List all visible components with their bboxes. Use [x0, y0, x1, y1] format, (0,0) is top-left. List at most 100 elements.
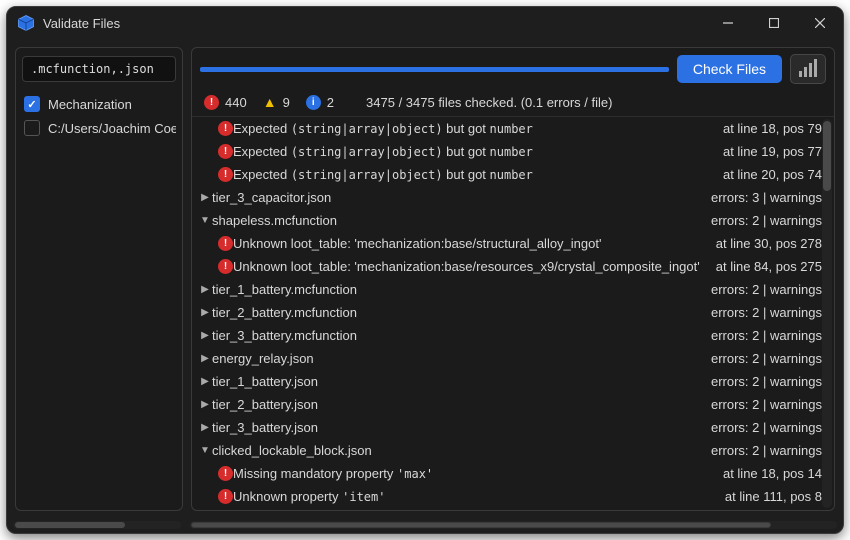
error-icon: ! [218, 121, 233, 136]
window-title: Validate Files [43, 16, 120, 31]
message-row[interactable]: ! Unknown loot_table: 'mechanization:bas… [192, 255, 822, 278]
file-name: tier_3_capacitor.json [212, 190, 703, 205]
sidebar-scroll-thumb[interactable] [15, 522, 125, 528]
chevron-down-icon[interactable]: ▼ [198, 445, 212, 456]
results-panel: ! Expected (string|array|object) but got… [192, 117, 834, 510]
row-meta: errors: 2 | warnings [703, 282, 822, 297]
chevron-right-icon[interactable]: ▶ [198, 284, 212, 295]
row-meta: at line 84, pos 275 [708, 259, 822, 274]
file-name: tier_1_battery.mcfunction [212, 282, 703, 297]
chevron-right-icon[interactable]: ▶ [198, 353, 212, 364]
row-meta: errors: 2 | warnings [703, 328, 822, 343]
titlebar[interactable]: Validate Files [7, 7, 843, 39]
error-icon: ! [218, 489, 233, 504]
row-meta: at line 20, pos 74 [715, 167, 822, 182]
chevron-down-icon[interactable]: ▼ [198, 215, 212, 226]
main-scroll-thumb[interactable] [191, 522, 771, 528]
file-row[interactable]: ▶ tier_3_battery.jsonerrors: 2 | warning… [192, 416, 822, 439]
sidebar-item[interactable]: Mechanization [22, 92, 176, 116]
message-row[interactable]: ! Expected (string|array|object) but got… [192, 117, 822, 140]
chevron-right-icon[interactable]: ▶ [198, 192, 212, 203]
file-name: tier_2_battery.mcfunction [212, 305, 703, 320]
app-icon [17, 14, 35, 32]
file-row[interactable]: ▶ tier_1_battery.mcfunctionerrors: 2 | w… [192, 278, 822, 301]
row-meta: at line 30, pos 278 [708, 236, 822, 251]
status-text: 3475 / 3475 files checked. (0.1 errors /… [366, 95, 612, 110]
sidebar-item-label: C:/Users/Joachim Coenen [48, 121, 176, 136]
row-meta: errors: 2 | warnings [703, 305, 822, 320]
check-files-button[interactable]: Check Files [677, 55, 782, 83]
sidebar: Mechanization C:/Users/Joachim Coenen [15, 47, 183, 511]
message-text: Missing mandatory property 'max' [233, 466, 715, 481]
toolbar: Check Files [192, 48, 834, 90]
row-meta: at line 18, pos 79 [715, 121, 822, 136]
info-count: 2 [327, 95, 334, 110]
chevron-right-icon[interactable]: ▶ [198, 399, 212, 410]
chevron-right-icon[interactable]: ▶ [198, 307, 212, 318]
chevron-right-icon[interactable]: ▶ [198, 330, 212, 341]
file-row[interactable]: ▶ tier_2_battery.mcfunctionerrors: 2 | w… [192, 301, 822, 324]
file-row[interactable]: ▶ tier_3_capacitor.jsonerrors: 3 | warni… [192, 186, 822, 209]
row-meta: errors: 2 | warnings [703, 213, 822, 228]
file-row[interactable]: ▶ tier_2_battery.jsonerrors: 2 | warning… [192, 393, 822, 416]
summary-bar: ! 440 ▲ 9 i 2 3475 / 3475 files checked.… [192, 90, 834, 117]
minimize-button[interactable] [705, 7, 751, 39]
chevron-right-icon[interactable]: ▶ [198, 376, 212, 387]
row-meta: errors: 2 | warnings [703, 351, 822, 366]
file-row[interactable]: ▶ dependencies.jsonerrors: 1 | warnings [192, 508, 822, 510]
row-meta: errors: 2 | warnings [703, 443, 822, 458]
file-filter-input[interactable] [22, 56, 176, 82]
file-row[interactable]: ▶ tier_1_battery.jsonerrors: 2 | warning… [192, 370, 822, 393]
error-icon: ! [218, 466, 233, 481]
main-panel: Check Files ! 440 ▲ 9 i 2 3475 / 3475 fi… [191, 47, 835, 511]
file-name: energy_relay.json [212, 351, 703, 366]
app-window: Validate Files Mechanization C:/Users/Joa… [6, 6, 844, 534]
row-meta: errors: 2 | warnings [703, 397, 822, 412]
file-name: tier_3_battery.json [212, 420, 703, 435]
message-row[interactable]: ! Missing mandatory property 'max'at lin… [192, 462, 822, 485]
message-row[interactable]: ! Expected (string|array|object) but got… [192, 140, 822, 163]
error-icon: ! [218, 259, 233, 274]
error-icon: ! [204, 95, 219, 110]
file-row[interactable]: ▶ tier_3_battery.mcfunctionerrors: 2 | w… [192, 324, 822, 347]
error-icon: ! [218, 167, 233, 182]
message-row[interactable]: ! Unknown property 'item'at line 111, po… [192, 485, 822, 508]
row-meta: at line 19, pos 77 [715, 144, 822, 159]
warning-count: 9 [283, 95, 290, 110]
message-text: Expected (string|array|object) but got n… [233, 121, 715, 136]
sidebar-item-label: Mechanization [48, 97, 132, 112]
file-name: clicked_lockable_block.json [212, 443, 703, 458]
file-name: tier_2_battery.json [212, 397, 703, 412]
vertical-scroll-thumb[interactable] [823, 121, 831, 191]
sidebar-item[interactable]: C:/Users/Joachim Coenen [22, 116, 176, 140]
file-name: tier_1_battery.json [212, 374, 703, 389]
chevron-right-icon[interactable]: ▶ [198, 422, 212, 433]
main-horizontal-scrollbar[interactable] [189, 521, 837, 529]
error-icon: ! [218, 144, 233, 159]
checkbox[interactable] [24, 120, 40, 136]
close-button[interactable] [797, 7, 843, 39]
maximize-button[interactable] [751, 7, 797, 39]
file-row[interactable]: ▼ clicked_lockable_block.jsonerrors: 2 |… [192, 439, 822, 462]
row-meta: errors: 2 | warnings [703, 374, 822, 389]
row-meta: errors: 3 | warnings [703, 190, 822, 205]
message-text: Unknown loot_table: 'mechanization:base/… [233, 259, 708, 274]
stats-button[interactable] [790, 54, 826, 84]
sidebar-horizontal-scrollbar[interactable] [13, 521, 181, 529]
error-icon: ! [218, 236, 233, 251]
warning-icon: ▲ [263, 94, 277, 110]
error-count: 440 [225, 95, 247, 110]
progress-bar [200, 67, 669, 72]
info-icon: i [306, 95, 321, 110]
message-text: Expected (string|array|object) but got n… [233, 167, 715, 182]
message-row[interactable]: ! Unknown loot_table: 'mechanization:bas… [192, 232, 822, 255]
file-name: shapeless.mcfunction [212, 213, 703, 228]
checkbox[interactable] [24, 96, 40, 112]
message-row[interactable]: ! Expected (string|array|object) but got… [192, 163, 822, 186]
file-row[interactable]: ▶ energy_relay.jsonerrors: 2 | warnings [192, 347, 822, 370]
file-name: tier_3_battery.mcfunction [212, 328, 703, 343]
row-meta: errors: 2 | warnings [703, 420, 822, 435]
message-text: Unknown property 'item' [233, 489, 717, 504]
file-row[interactable]: ▼ shapeless.mcfunctionerrors: 2 | warnin… [192, 209, 822, 232]
vertical-scrollbar[interactable] [822, 119, 832, 508]
